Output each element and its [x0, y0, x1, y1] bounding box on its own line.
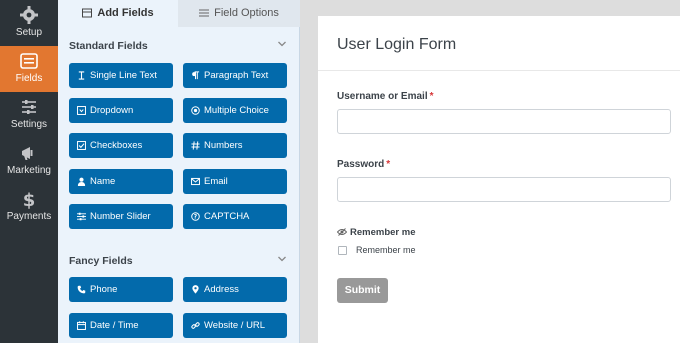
- dropdown-icon: [77, 106, 86, 115]
- map-pin-icon: [192, 285, 199, 294]
- user-icon: [77, 177, 86, 186]
- nav-label: Settings: [10, 119, 48, 130]
- sliders-icon: [22, 100, 36, 114]
- slider-icon: [77, 212, 86, 221]
- nav-label: Setup: [15, 27, 43, 38]
- password-label: Password *: [337, 159, 390, 170]
- text-cursor-icon: [78, 71, 85, 80]
- remember-heading: Remember me: [336, 227, 416, 238]
- chevron-down-icon[interactable]: [277, 39, 287, 49]
- envelope-icon: [191, 177, 200, 186]
- nav-setup[interactable]: Setup: [0, 0, 58, 46]
- tab-field-options[interactable]: Field Options: [178, 0, 300, 27]
- tab-add-fields[interactable]: Add Fields: [58, 0, 178, 27]
- remember-checkbox[interactable]: [338, 246, 347, 255]
- link-icon: [191, 322, 200, 329]
- nav-label: Fields: [15, 73, 43, 84]
- dollar-icon: $: [23, 190, 36, 209]
- radio-icon: [191, 106, 200, 115]
- checkbox-icon: [77, 141, 86, 150]
- paragraph-icon: [192, 71, 200, 80]
- submit-button[interactable]: Submit: [337, 278, 388, 303]
- field-button-label: Numbers: [204, 140, 243, 151]
- field-button-label: Dropdown: [90, 105, 134, 116]
- nav-payments[interactable]: $ Payments: [0, 184, 58, 230]
- nav-label: Marketing: [7, 165, 51, 176]
- tab-label: Add Fields: [97, 7, 154, 19]
- nav-fields[interactable]: Fields: [0, 46, 58, 92]
- field-name-button[interactable]: Name: [69, 169, 173, 194]
- standard-fields-title: Standard Fields: [69, 40, 148, 52]
- field-button-label: Phone: [90, 284, 118, 295]
- field-website-url-button[interactable]: Website / URL: [183, 313, 287, 338]
- field-checkboxes-button[interactable]: Checkboxes: [69, 133, 173, 158]
- field-numbers-button[interactable]: Numbers: [183, 133, 287, 158]
- field-dropdown-button[interactable]: Dropdown: [69, 98, 173, 123]
- phone-icon: [77, 285, 86, 294]
- nav-label: Payments: [6, 211, 52, 222]
- nav-settings[interactable]: Settings: [0, 92, 58, 138]
- table-icon: [82, 8, 93, 18]
- sliders-icon: [199, 9, 210, 17]
- eye-slash-icon: [336, 228, 348, 236]
- field-date-time-button[interactable]: Date / Time: [69, 313, 173, 338]
- field-button-label: Email: [204, 176, 228, 187]
- captcha-icon: ?: [191, 212, 200, 221]
- field-address-button[interactable]: Address: [183, 277, 287, 302]
- remember-heading-text: Remember me: [350, 227, 416, 238]
- hash-icon: [191, 141, 200, 150]
- field-button-label: CAPTCHA: [204, 211, 250, 222]
- field-button-label: Checkboxes: [90, 140, 143, 151]
- field-email-button[interactable]: Email: [183, 169, 287, 194]
- chevron-down-icon[interactable]: [277, 254, 287, 264]
- username-label: Username or Email *: [337, 91, 434, 102]
- field-number-slider-button[interactable]: Number Slider: [69, 204, 173, 229]
- field-phone-button[interactable]: Phone: [69, 277, 173, 302]
- field-multiple-choice-button[interactable]: Multiple Choice: [183, 98, 287, 123]
- calendar-icon: [77, 321, 86, 330]
- username-input[interactable]: [337, 109, 671, 134]
- required-asterisk: *: [429, 91, 434, 102]
- title-divider: [318, 70, 680, 71]
- remember-option-label: Remember me: [356, 245, 416, 255]
- field-single-line-text-button[interactable]: Single Line Text: [69, 63, 173, 88]
- fields-list-icon: [20, 53, 38, 69]
- nav-marketing[interactable]: Marketing: [0, 138, 58, 184]
- fancy-fields-title: Fancy Fields: [69, 255, 133, 267]
- svg-text:$: $: [23, 190, 36, 209]
- field-button-label: Address: [204, 284, 239, 295]
- field-button-label: Name: [90, 176, 116, 187]
- password-input[interactable]: [337, 177, 671, 202]
- required-asterisk: *: [386, 159, 391, 170]
- fields-panel: Add Fields Field Options Standard Fields…: [58, 0, 354, 343]
- field-button-label: Multiple Choice: [204, 105, 269, 116]
- field-button-label: Single Line Text: [90, 70, 157, 81]
- gear-icon: [20, 6, 38, 24]
- field-paragraph-text-button[interactable]: Paragraph Text: [183, 63, 287, 88]
- panel-tabs: Add Fields Field Options: [58, 0, 300, 27]
- username-label-text: Username or Email: [337, 91, 428, 102]
- form-title: User Login Form: [337, 36, 457, 53]
- field-captcha-button[interactable]: ? CAPTCHA: [183, 204, 287, 229]
- field-button-label: Date / Time: [90, 320, 139, 331]
- field-button-label: Number Slider: [90, 211, 151, 222]
- field-button-label: Paragraph Text: [204, 70, 269, 81]
- field-button-label: Website / URL: [204, 320, 266, 331]
- form-preview: User Login Form Username or Email * Passw…: [318, 16, 680, 343]
- admin-nav: Setup Fields Settings Marketing $ Paymen…: [0, 0, 58, 343]
- tab-label: Field Options: [214, 7, 279, 19]
- megaphone-icon: [22, 147, 33, 160]
- password-label-text: Password: [337, 159, 385, 170]
